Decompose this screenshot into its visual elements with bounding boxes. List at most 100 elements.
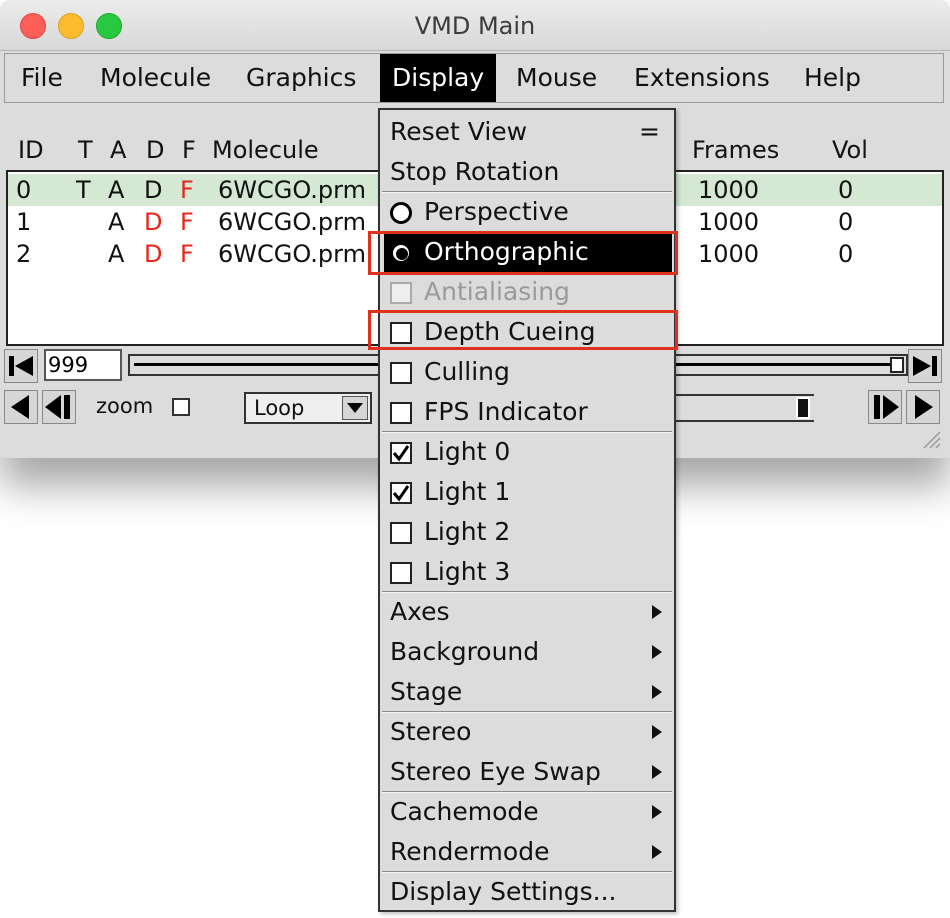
resize-grip-icon[interactable] bbox=[918, 426, 942, 450]
row-id: 0 bbox=[16, 176, 32, 204]
row-active-flag[interactable]: A bbox=[108, 238, 124, 270]
row-molecule-name: 6WCGO.prm bbox=[218, 208, 366, 236]
menu-item-axes[interactable]: Axes bbox=[380, 592, 674, 632]
menu-item-label: Perspective bbox=[424, 197, 569, 226]
row-active-flag[interactable]: A bbox=[108, 174, 124, 206]
checkbox-icon[interactable] bbox=[390, 562, 412, 584]
menu-item-label: Stereo Eye Swap bbox=[390, 757, 601, 786]
checkbox-icon[interactable] bbox=[390, 402, 412, 424]
step-forward-button[interactable] bbox=[868, 390, 902, 424]
menu-item-light-0[interactable]: Light 0 bbox=[380, 432, 674, 472]
menu-item-label: Stop Rotation bbox=[390, 157, 560, 186]
skip-start-icon bbox=[9, 356, 33, 376]
column-header-id[interactable]: ID bbox=[18, 136, 44, 164]
menu-item-background[interactable]: Background bbox=[380, 632, 674, 672]
menu-item-label: Light 0 bbox=[424, 437, 511, 466]
jump-to-end-button[interactable] bbox=[908, 349, 942, 383]
row-fixed-flag[interactable]: F bbox=[180, 206, 194, 238]
menu-item-label: Light 1 bbox=[424, 477, 511, 506]
submenu-arrow-icon bbox=[652, 605, 662, 619]
menu-item-stereo[interactable]: Stereo bbox=[380, 712, 674, 752]
annotation-highlight-depth-cueing bbox=[368, 310, 678, 350]
menu-item-label: Light 3 bbox=[424, 557, 511, 586]
menu-item-reset-view[interactable]: Reset View = bbox=[380, 112, 674, 152]
row-vol: 0 bbox=[838, 208, 854, 236]
menu-item-fps-indicator[interactable]: FPS Indicator bbox=[380, 392, 674, 432]
play-reverse-button[interactable] bbox=[4, 390, 38, 424]
play-reverse-icon bbox=[11, 395, 29, 419]
menu-item-culling[interactable]: Culling bbox=[380, 352, 674, 392]
row-drawn-flag[interactable]: D bbox=[144, 174, 162, 206]
skip-end-icon bbox=[913, 356, 937, 376]
row-id: 2 bbox=[16, 240, 32, 268]
menu-item-label: Rendermode bbox=[390, 837, 550, 866]
submenu-arrow-icon bbox=[652, 645, 662, 659]
row-active-flag[interactable]: A bbox=[108, 206, 124, 238]
menu-item-label: Stage bbox=[390, 677, 463, 706]
play-forward-button[interactable] bbox=[906, 390, 940, 424]
menu-mouse[interactable]: Mouse bbox=[504, 54, 609, 102]
checkbox-icon bbox=[390, 282, 412, 304]
menu-item-cachemode[interactable]: Cachemode bbox=[380, 792, 674, 832]
column-header-molecule[interactable]: Molecule bbox=[212, 136, 319, 164]
column-header-fixed[interactable]: F bbox=[182, 136, 196, 164]
row-fixed-flag[interactable]: F bbox=[180, 238, 194, 270]
frame-slider-thumb[interactable] bbox=[890, 357, 904, 373]
menu-display[interactable]: Display bbox=[380, 54, 497, 102]
checkbox-icon[interactable] bbox=[390, 522, 412, 544]
checkbox-checked-icon[interactable] bbox=[390, 482, 412, 504]
zoom-checkbox[interactable] bbox=[172, 398, 190, 416]
column-header-top[interactable]: T bbox=[78, 136, 93, 164]
row-frames: 1000 bbox=[698, 176, 760, 204]
menu-molecule[interactable]: Molecule bbox=[88, 54, 223, 102]
row-fixed-flag[interactable]: F bbox=[180, 174, 194, 206]
menu-item-stage[interactable]: Stage bbox=[380, 672, 674, 712]
row-drawn-flag[interactable]: D bbox=[144, 206, 162, 238]
menu-graphics[interactable]: Graphics bbox=[234, 54, 368, 102]
speed-slider[interactable] bbox=[664, 394, 814, 422]
menu-help[interactable]: Help bbox=[792, 54, 873, 102]
menu-item-rendermode[interactable]: Rendermode bbox=[380, 832, 674, 872]
menu-item-antialiasing: Antialiasing bbox=[380, 272, 674, 312]
menu-item-light-2[interactable]: Light 2 bbox=[380, 512, 674, 552]
loop-mode-select[interactable]: Loop bbox=[244, 392, 372, 424]
menu-bar: File Molecule Graphics Display Mouse Ext… bbox=[4, 53, 944, 103]
menu-item-light-3[interactable]: Light 3 bbox=[380, 552, 674, 592]
step-forward-icon bbox=[874, 395, 899, 419]
speed-slider-thumb[interactable] bbox=[796, 397, 810, 419]
window-title: VMD Main bbox=[414, 12, 536, 40]
row-top-flag[interactable]: T bbox=[76, 174, 91, 206]
loop-mode-value: Loop bbox=[254, 396, 305, 420]
checkbox-checked-icon[interactable] bbox=[390, 442, 412, 464]
menu-item-perspective[interactable]: Perspective bbox=[380, 192, 674, 232]
frame-number-input[interactable] bbox=[44, 349, 122, 381]
jump-to-start-button[interactable] bbox=[4, 349, 38, 383]
menu-item-display-settings[interactable]: Display Settings... bbox=[380, 872, 674, 912]
row-id: 1 bbox=[16, 208, 32, 236]
menu-item-label: Stereo bbox=[390, 717, 472, 746]
title-bar[interactable]: VMD Main bbox=[0, 0, 950, 51]
menu-item-stereo-eye-swap[interactable]: Stereo Eye Swap bbox=[380, 752, 674, 792]
loop-dropdown-button[interactable] bbox=[342, 396, 368, 420]
radio-icon[interactable] bbox=[390, 202, 412, 224]
menu-item-light-1[interactable]: Light 1 bbox=[380, 472, 674, 512]
menu-item-label: Reset View bbox=[390, 117, 528, 146]
column-header-drawn[interactable]: D bbox=[146, 136, 164, 164]
column-header-frames[interactable]: Frames bbox=[692, 136, 779, 164]
menu-file[interactable]: File bbox=[9, 54, 75, 102]
display-menu-dropdown: Reset View = Stop Rotation Perspective O… bbox=[378, 108, 676, 912]
menu-item-label: Background bbox=[390, 637, 540, 666]
row-drawn-flag[interactable]: D bbox=[144, 238, 162, 270]
menu-item-stop-rotation[interactable]: Stop Rotation bbox=[380, 152, 674, 192]
row-vol: 0 bbox=[838, 240, 854, 268]
submenu-arrow-icon bbox=[652, 725, 662, 739]
step-back-button[interactable] bbox=[42, 390, 76, 424]
menu-item-label: Culling bbox=[424, 357, 510, 386]
submenu-arrow-icon bbox=[652, 685, 662, 699]
submenu-arrow-icon bbox=[652, 845, 662, 859]
submenu-arrow-icon bbox=[652, 765, 662, 779]
menu-extensions[interactable]: Extensions bbox=[622, 54, 782, 102]
column-header-vol[interactable]: Vol bbox=[832, 136, 868, 164]
column-header-active[interactable]: A bbox=[110, 136, 126, 164]
checkbox-icon[interactable] bbox=[390, 362, 412, 384]
